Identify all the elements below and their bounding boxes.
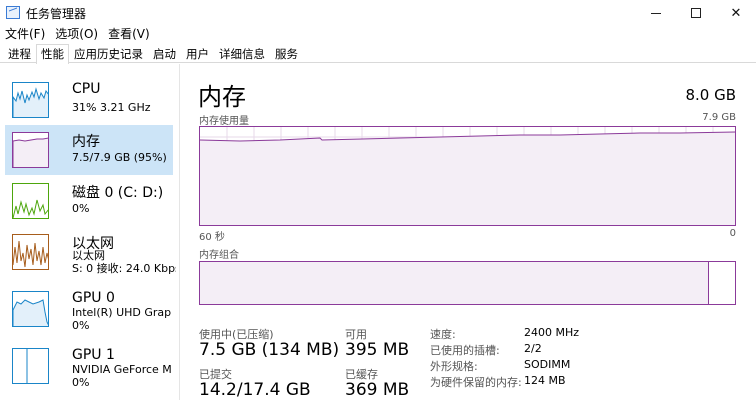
menu-bar: 文件(F) 选项(O) 查看(V) (0, 26, 155, 44)
form-factor-label: 外形规格: (430, 360, 478, 373)
composition-chart-label: 内存组合 (199, 250, 239, 261)
sidebar-item-detail: S: 0 接收: 24.0 Kbps (72, 262, 176, 275)
sidebar-item-detail: 0% (72, 319, 90, 332)
maximize-button[interactable] (676, 0, 716, 26)
tab-users[interactable]: 用户 (181, 44, 214, 62)
sidebar-item-title: 磁盘 0 (C: D:) (72, 185, 164, 201)
sidebar-item-title: CPU (72, 81, 101, 97)
minimize-icon (651, 12, 661, 14)
available-value: 395 MB (345, 340, 410, 360)
menu-file[interactable]: 文件(F) (0, 26, 50, 44)
speed-label: 速度: (430, 328, 456, 341)
page-title: 内存 (198, 83, 246, 111)
menu-view[interactable]: 查看(V) (103, 26, 155, 44)
memory-usage-graph (200, 127, 735, 225)
memory-usage-chart (199, 126, 736, 226)
hardware-reserved-value: 124 MB (524, 374, 566, 387)
gpu1-thumbnail-graph (12, 348, 49, 384)
usage-chart-time-end: 0 (729, 228, 736, 239)
minimize-button[interactable] (636, 0, 676, 26)
sidebar-item-cpu[interactable]: CPU 31% 3.21 GHz (5, 75, 173, 125)
close-button[interactable]: ✕ (716, 0, 756, 26)
usage-chart-label: 内存使用量 (199, 116, 249, 127)
sidebar-item-subtitle: 0% (72, 202, 90, 215)
sidebar-item-ethernet[interactable]: 以太网 以太网 S: 0 接收: 24.0 Kbps (5, 227, 176, 277)
cached-value: 369 MB (345, 380, 410, 400)
sidebar-item-memory[interactable]: 内存 7.5/7.9 GB (95%) (5, 125, 173, 175)
usage-chart-max: 7.9 GB (702, 112, 736, 123)
tab-details[interactable]: 详细信息 (214, 44, 270, 62)
ethernet-thumbnail-graph (12, 234, 49, 270)
menu-options[interactable]: 选项(O) (50, 26, 103, 44)
total-memory: 8.0 GB (685, 86, 736, 104)
sidebar-item-gpu0[interactable]: GPU 0 Intel(R) UHD Grap... 0% (5, 284, 173, 334)
sidebar-item-subtitle: Intel(R) UHD Grap... (72, 306, 172, 319)
composition-free-segment (708, 262, 735, 304)
sidebar-item-detail: 0% (72, 376, 90, 389)
maximize-icon (691, 8, 701, 18)
sidebar-item-subtitle: 以太网 (72, 249, 105, 262)
performance-sidebar: CPU 31% 3.21 GHz 内存 7.5/7.9 GB (95%) 磁盘 … (0, 64, 180, 400)
memory-composition-chart (199, 261, 736, 305)
tab-services[interactable]: 服务 (270, 44, 303, 62)
sidebar-item-title: GPU 1 (72, 347, 115, 363)
usage-chart-time-axis: 60 秒 (199, 232, 225, 243)
tab-performance[interactable]: 性能 (36, 44, 69, 64)
window-title: 任务管理器 (26, 7, 87, 21)
gpu0-thumbnail-graph (12, 291, 49, 327)
committed-value: 14.2/17.4 GB (199, 380, 311, 400)
in-use-value: 7.5 GB (134 MB) (199, 340, 340, 360)
slots-used-label: 已使用的插槽: (430, 344, 500, 357)
task-manager-icon (6, 6, 20, 19)
speed-value: 2400 MHz (524, 326, 580, 339)
memory-thumbnail-graph (12, 132, 49, 168)
sidebar-item-subtitle: NVIDIA GeForce M... (72, 363, 172, 376)
sidebar-item-subtitle: 31% 3.21 GHz (72, 101, 151, 114)
title-bar: 任务管理器 ✕ (0, 0, 756, 26)
sidebar-item-disk[interactable]: 磁盘 0 (C: D:) 0% (5, 176, 173, 226)
cpu-thumbnail-graph (12, 82, 49, 118)
disk-thumbnail-graph (12, 183, 49, 219)
tab-bar: 进程 性能 应用历史记录 启动 用户 详细信息 服务 (0, 44, 756, 64)
tab-processes[interactable]: 进程 (3, 44, 36, 62)
sidebar-item-title: 内存 (72, 134, 100, 150)
close-icon: ✕ (730, 5, 742, 21)
slots-used-value: 2/2 (524, 342, 542, 355)
sidebar-item-title: GPU 0 (72, 290, 115, 306)
sidebar-item-gpu1[interactable]: GPU 1 NVIDIA GeForce M... 0% (5, 341, 173, 391)
hardware-reserved-label: 为硬件保留的内存: (430, 376, 522, 389)
tab-startup[interactable]: 启动 (148, 44, 181, 62)
form-factor-value: SODIMM (524, 358, 571, 371)
tab-app-history[interactable]: 应用历史记录 (69, 44, 148, 62)
sidebar-item-subtitle: 7.5/7.9 GB (95%) (72, 151, 167, 164)
